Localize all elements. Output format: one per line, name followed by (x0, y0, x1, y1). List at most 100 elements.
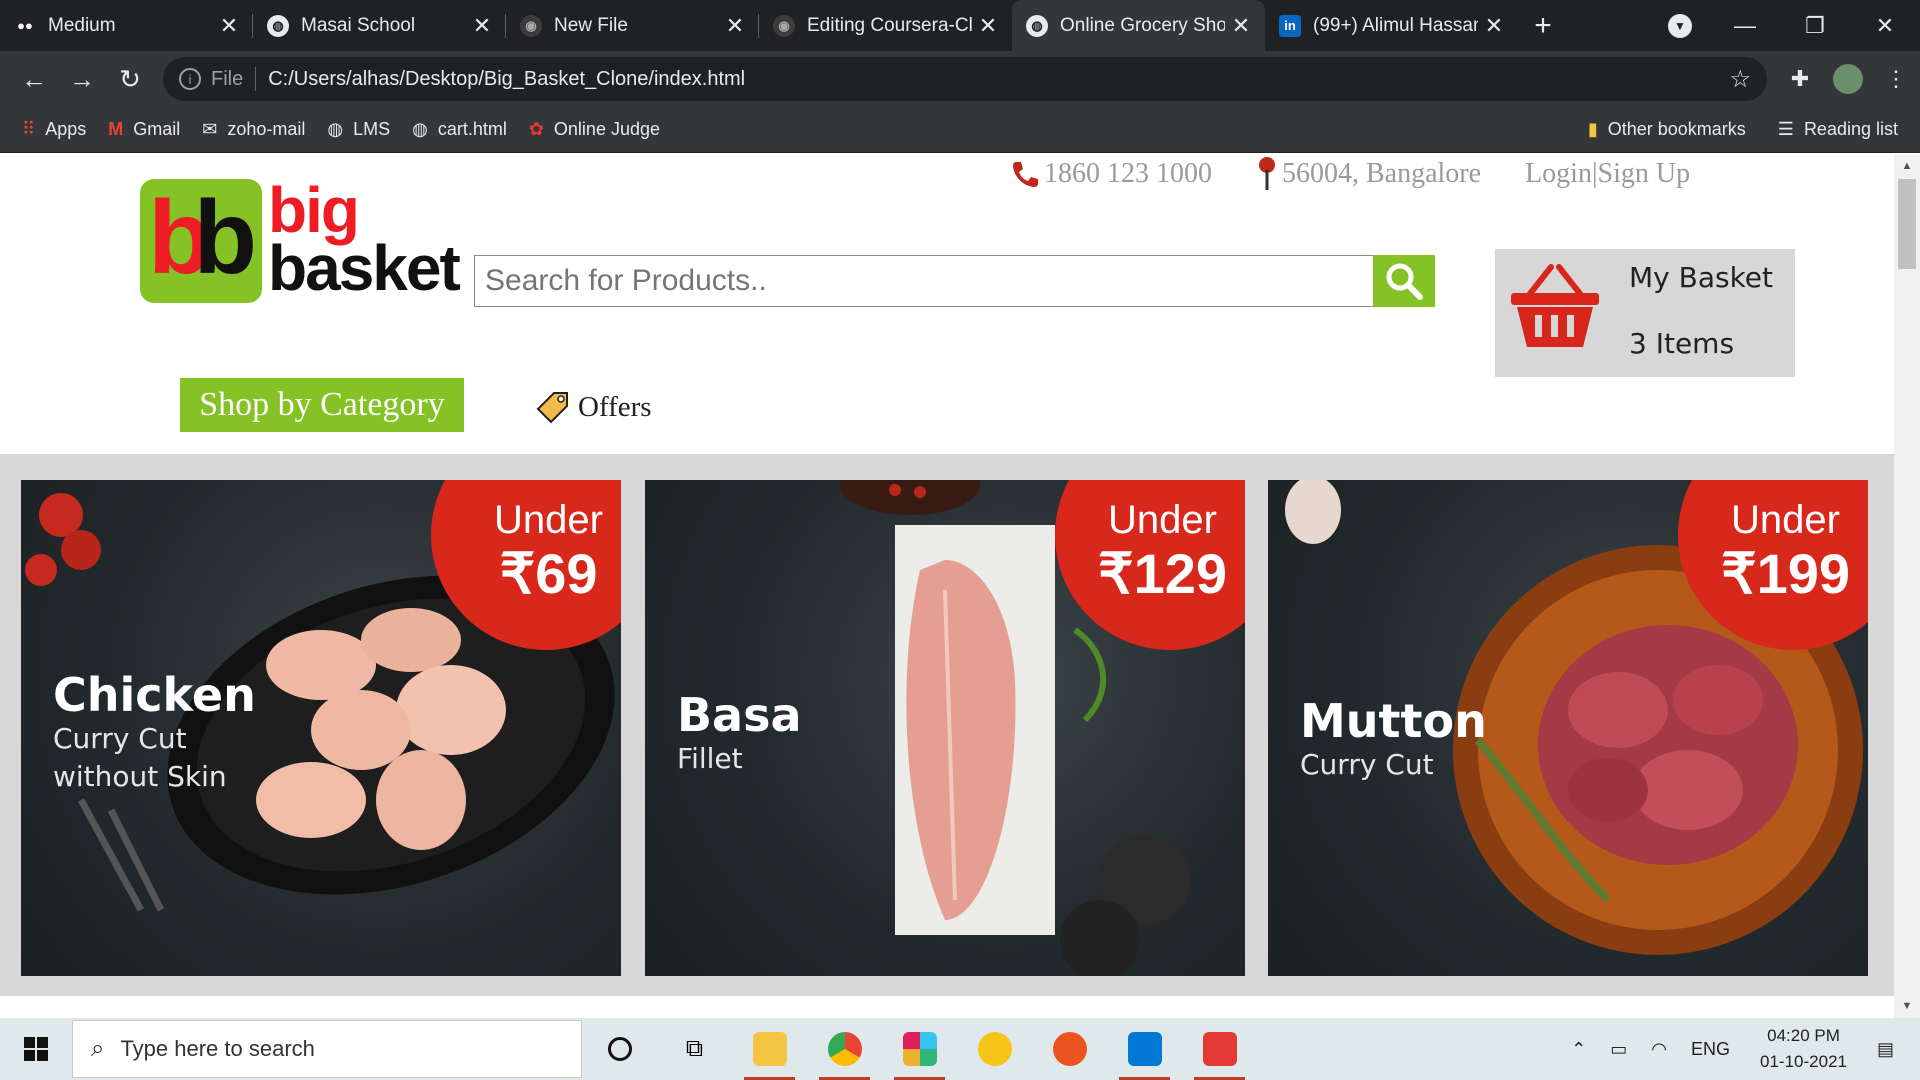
chrome-icon[interactable] (807, 1018, 882, 1080)
logo-mark: bb (148, 180, 257, 296)
offers-banner-section: Under ₹69 Chicken Curry Cut without Skin… (0, 454, 1894, 1018)
vscode-icon[interactable] (1107, 1018, 1182, 1080)
location-pin-icon (1259, 157, 1275, 190)
tab-linkedin[interactable]: in (99+) Alimul Hassan ✕ (1265, 0, 1518, 51)
url-scheme: File (211, 67, 244, 90)
close-tab-icon[interactable]: ✕ (219, 13, 239, 39)
bookmark-label: LMS (353, 119, 391, 139)
toolbar-right: ✚ ⋮ (1776, 51, 1920, 107)
basket-count: 3 Items (1629, 327, 1735, 360)
system-tray: ⌃ ▭ ◠ ENG 04:20 PM 01-10-2021 ▤ (1559, 1018, 1920, 1080)
offers-link[interactable]: Offers (536, 390, 652, 424)
back-icon[interactable]: ← (10, 64, 58, 95)
tab-online-grocery[interactable]: ◍ Online Grocery Sho ✕ (1012, 0, 1265, 51)
language-indicator[interactable]: ENG (1691, 1039, 1730, 1060)
shop-by-category-button[interactable]: Shop by Category (180, 378, 464, 432)
bookmark-label: Other bookmarks (1607, 119, 1746, 139)
globe-icon: ◍ (327, 119, 344, 139)
price-tag: Under ₹199 (1721, 500, 1850, 602)
tab-title: (99+) Alimul Hassan (1313, 14, 1478, 36)
close-window-icon[interactable]: ✕ (1850, 13, 1920, 39)
close-tab-icon[interactable]: ✕ (472, 13, 492, 39)
page-scrollbar[interactable]: ▲ ▼ (1894, 154, 1920, 1018)
close-tab-icon[interactable]: ✕ (725, 13, 745, 39)
bookmark-cart[interactable]: ◍ cart.html (412, 119, 507, 140)
judge-icon: ✿ (528, 119, 544, 139)
close-tab-icon[interactable]: ✕ (1484, 13, 1504, 39)
scrollbar-thumb[interactable] (1898, 179, 1916, 269)
gmail-icon: M (108, 119, 124, 139)
product-sub-1: Curry Cut (1300, 748, 1434, 781)
tab-editing-coursera[interactable]: ◉ Editing Coursera-Cl ✕ (759, 0, 1012, 51)
search-icon: ⌕ (91, 1035, 105, 1062)
bookmark-apps[interactable]: ⠿ Apps (22, 119, 86, 140)
todo-icon[interactable] (957, 1018, 1032, 1080)
start-button[interactable] (0, 1018, 72, 1080)
search-input[interactable]: Search for Products.. (474, 255, 1374, 307)
avatar[interactable] (1833, 64, 1863, 94)
bookmark-label: Apps (45, 119, 87, 139)
minimize-icon[interactable]: — (1710, 13, 1780, 39)
tab-title: Editing Coursera-Cl (807, 14, 972, 36)
url-text: C:/Users/alhas/Desktop/Big_Basket_Clone/… (268, 67, 746, 90)
forward-icon[interactable]: → (58, 64, 106, 95)
location-info[interactable]: 56004, Bangalore (1256, 156, 1481, 192)
banner-card-chicken[interactable]: Under ₹69 Chicken Curry Cut without Skin (21, 480, 621, 976)
extensions-icon[interactable]: ✚ (1776, 66, 1824, 92)
menu-dots-icon[interactable]: ⋮ (1872, 66, 1920, 92)
cortana-icon[interactable] (582, 1018, 657, 1080)
file-explorer-icon[interactable] (732, 1018, 807, 1080)
bigbasket-logo[interactable]: bb big basket (140, 174, 461, 309)
linkedin-icon: in (1279, 14, 1301, 37)
basket-icon (1511, 264, 1599, 347)
show-hidden-icons[interactable]: ⌃ (1571, 1039, 1586, 1060)
address-bar[interactable]: i File C:/Users/alhas/Desktop/Big_Basket… (163, 57, 1767, 101)
taskbar-search-input[interactable]: ⌕ Type here to search (72, 1020, 582, 1078)
wifi-icon[interactable]: ◠ (1651, 1039, 1667, 1060)
bookmark-label: Reading list (1803, 119, 1898, 139)
info-icon[interactable]: i (179, 68, 201, 90)
bookmark-online-judge[interactable]: ✿ Online Judge (529, 119, 660, 140)
github-icon: ◉ (520, 14, 542, 37)
bookmark-label: cart.html (437, 119, 507, 139)
bookmark-star-icon[interactable]: ☆ (1729, 65, 1751, 94)
price-value: ₹69 (499, 542, 598, 605)
tab-medium[interactable]: ●● Medium ✕ (0, 0, 253, 51)
ubuntu-icon[interactable] (1032, 1018, 1107, 1080)
bookmark-gmail[interactable]: M Gmail (108, 119, 180, 140)
clock[interactable]: 04:20 PM 01-10-2021 (1760, 1023, 1847, 1075)
close-tab-icon[interactable]: ✕ (978, 13, 998, 39)
bookmark-lms[interactable]: ◍ LMS (327, 119, 390, 140)
next-section-edge (0, 996, 1894, 1018)
slack-icon[interactable] (882, 1018, 957, 1080)
whatsapp-icon[interactable] (1182, 1018, 1257, 1080)
bookmark-other[interactable]: ▮ Other bookmarks (1588, 119, 1746, 140)
login-signup-link[interactable]: Login|Sign Up (1525, 158, 1690, 190)
new-tab-button[interactable]: + (1518, 0, 1568, 51)
close-tab-icon[interactable]: ✕ (1231, 13, 1251, 39)
task-view-icon[interactable]: ⧉ (657, 1018, 732, 1080)
phone-icon (1013, 162, 1038, 187)
tab-new-file[interactable]: ◉ New File ✕ (506, 0, 759, 51)
search-button[interactable] (1373, 255, 1435, 307)
top-info-bar: 1860 123 1000 56004, Bangalore Login|Sig… (1010, 156, 1734, 192)
scroll-down-icon[interactable]: ▼ (1894, 1000, 1920, 1012)
banner-card-mutton[interactable]: Under ₹199 Mutton Curry Cut (1268, 480, 1868, 976)
location-text: 56004, Bangalore (1282, 158, 1482, 189)
tab-search-icon[interactable]: ▼ (1668, 14, 1692, 38)
battery-icon[interactable]: ▭ (1610, 1039, 1627, 1060)
reload-icon[interactable]: ↻ (106, 64, 154, 95)
tab-masai[interactable]: ◍ Masai School ✕ (253, 0, 506, 51)
offer-tag-icon (536, 392, 568, 424)
my-basket-button[interactable]: My Basket 3 Items (1495, 249, 1795, 377)
product-name: Chicken (53, 668, 256, 722)
banner-card-basa[interactable]: Under ₹129 Basa Fillet (645, 480, 1245, 976)
folder-icon: ▮ (1587, 119, 1598, 139)
notifications-icon[interactable]: ▤ (1877, 1039, 1894, 1060)
restore-icon[interactable]: ❐ (1780, 13, 1850, 39)
product-name: Basa (677, 688, 802, 742)
scroll-up-icon[interactable]: ▲ (1894, 160, 1920, 172)
bookmark-reading-list[interactable]: ☰ Reading list (1778, 119, 1898, 140)
bookmark-label: Gmail (133, 119, 181, 139)
bookmark-zoho[interactable]: ✉ zoho-mail (202, 119, 305, 140)
